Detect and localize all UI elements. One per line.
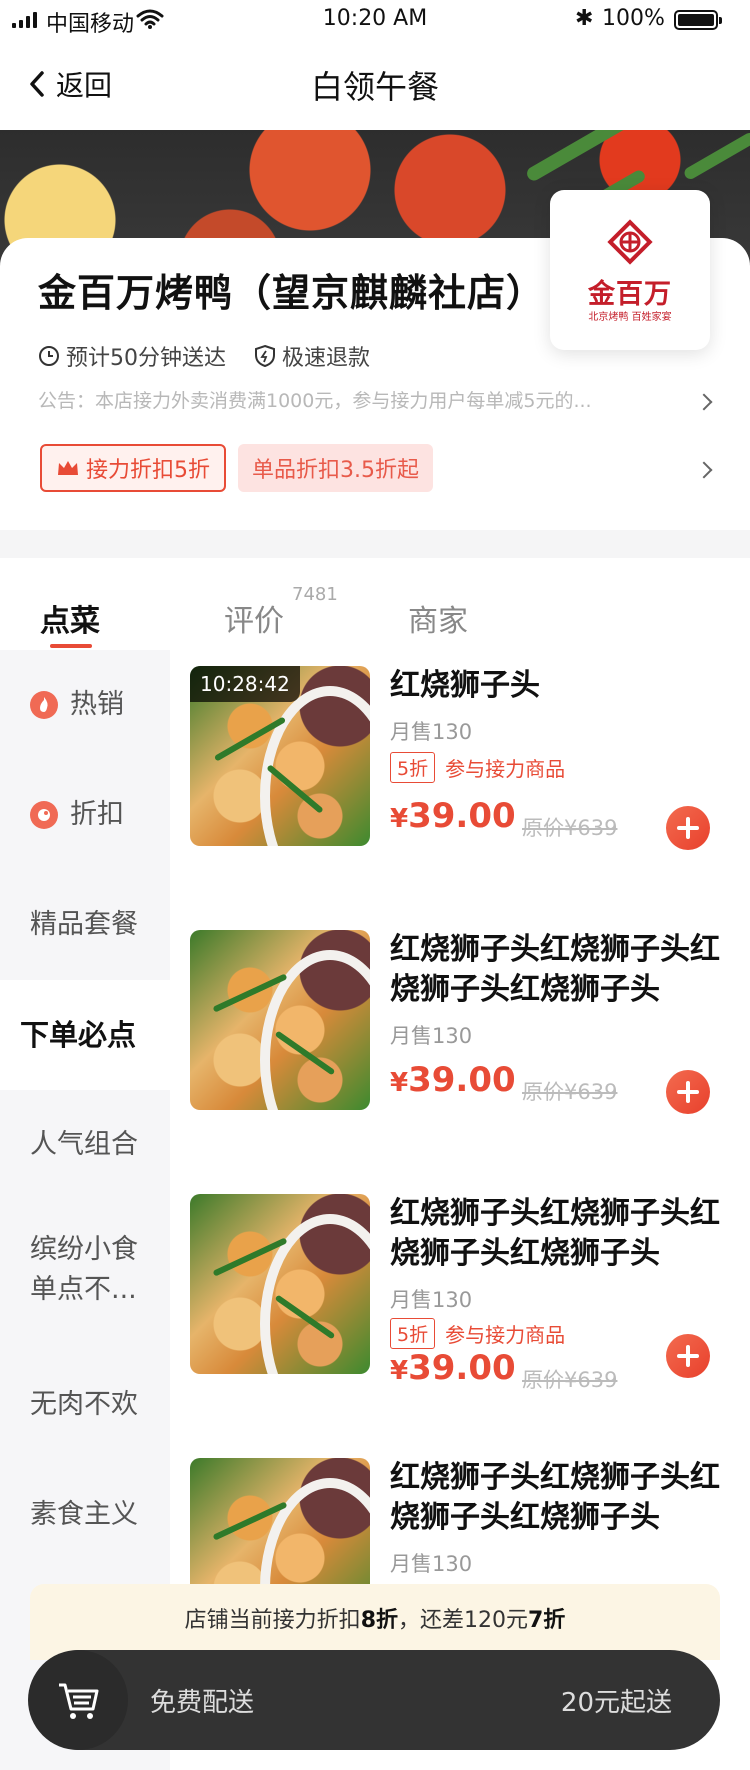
- notice-chevron-icon[interactable]: [695, 393, 713, 411]
- logo-sub-text: 北京烤鸭 百姓家宴: [588, 312, 672, 323]
- tab-bar: 点菜 评价 7481 商家: [0, 558, 750, 650]
- dish-image: [190, 1194, 370, 1374]
- bluetooth-icon: ✱: [575, 6, 594, 31]
- store-card: 金百万烤鸭（望京麒麟社店） 金百万 北京烤鸭 百姓家宴 预计50分钟送达 极速退…: [0, 190, 750, 530]
- dish-item[interactable]: 10:28:42 红烧狮子头 月售130 5折 参与接力商品 ¥39.00 原价…: [190, 666, 730, 850]
- dish-price: ¥39.00: [390, 1348, 516, 1388]
- dish-relay-tag: 5折 参与接力商品: [390, 752, 565, 783]
- dish-price: ¥39.00: [390, 1060, 516, 1100]
- cart-button[interactable]: [28, 1650, 128, 1750]
- shield-icon: [255, 344, 275, 368]
- dish-image: [190, 930, 370, 1110]
- flame-icon: [30, 691, 58, 719]
- dish-item[interactable]: 红烧狮子头红烧狮子头红烧狮子头红烧狮子头 月售130 ¥39.00 原价¥639: [190, 930, 730, 1114]
- reviews-count: 7481: [292, 584, 338, 605]
- add-to-cart-button[interactable]: [666, 1070, 710, 1114]
- promo-chevron-icon[interactable]: [695, 461, 713, 479]
- dish-name: 红烧狮子头红烧狮子头红烧狮子头红烧狮子头: [390, 1196, 720, 1271]
- dish-name: 红烧狮子头红烧狮子头红烧狮子头红烧狮子头: [390, 932, 720, 1007]
- dish-name: 红烧狮子头: [390, 668, 540, 703]
- sidebar-item-discount[interactable]: 折扣: [0, 760, 170, 870]
- nav-bar: 返回 白领午餐: [0, 40, 750, 130]
- add-to-cart-button[interactable]: [666, 806, 710, 850]
- sidebar-item-meat[interactable]: 无肉不欢: [0, 1350, 170, 1460]
- sidebar-item-must-order[interactable]: 下单必点: [0, 980, 170, 1090]
- refund-policy: 极速退款: [254, 340, 370, 372]
- sidebar-item-snacks[interactable]: 缤纷小食单点不...: [0, 1200, 170, 1340]
- promo-row[interactable]: 接力折扣5折 单品折扣3.5折起: [40, 444, 433, 492]
- sidebar-item-popular-combo[interactable]: 人气组合: [0, 1090, 170, 1200]
- minimum-order: 20元起送: [560, 1688, 672, 1718]
- cart-icon: [59, 1683, 99, 1719]
- store-logo: 金百万 北京烤鸭 百姓家宴: [550, 190, 710, 350]
- store-notice[interactable]: 公告：本店接力外卖消费满1000元，参与接力用户每单减5元的...: [38, 386, 678, 413]
- tab-merchant[interactable]: 商家: [408, 596, 468, 640]
- sidebar-item-hot[interactable]: 热销: [0, 650, 170, 760]
- dish-name: 红烧狮子头红烧狮子头红烧狮子头红烧狮子头: [390, 1460, 720, 1535]
- logo-brand-text: 金百万: [588, 279, 672, 310]
- add-to-cart-button[interactable]: [666, 1334, 710, 1378]
- relay-discount-badge: 接力折扣5折: [40, 444, 226, 492]
- section-divider: [0, 530, 750, 558]
- store-emblem-icon: [607, 219, 653, 265]
- dish-item[interactable]: 红烧狮子头红烧狮子头红烧狮子头红烧狮子头 月售130 5折 参与接力商品 ¥39…: [190, 1194, 730, 1392]
- discount-tag-icon: [30, 801, 58, 829]
- store-name: 金百万烤鸭（望京麒麟社店）: [38, 271, 546, 315]
- page-title: 白领午餐: [310, 68, 439, 106]
- delivery-fee: 免费配送: [150, 1688, 255, 1718]
- active-tab-indicator: [50, 644, 92, 648]
- battery-percent: 100%: [602, 6, 665, 31]
- sidebar-item-vegetarian[interactable]: 素食主义: [0, 1460, 170, 1570]
- cart-bar[interactable]: 免费配送 20元起送: [28, 1650, 720, 1750]
- dish-original-price: 原价¥639: [522, 1368, 618, 1392]
- battery-icon: [674, 10, 722, 30]
- dish-sales: 月售130: [390, 1288, 473, 1312]
- item-discount-badge: 单品折扣3.5折起: [238, 444, 433, 492]
- relay-discount-tip: 店铺当前接力折扣8折，还差120元7折: [30, 1584, 720, 1660]
- dish-sales: 月售130: [390, 1024, 473, 1048]
- dish-timestamp: 10:28:42: [190, 666, 300, 702]
- store-meta: 预计50分钟送达 极速退款: [38, 340, 398, 372]
- dish-sales: 月售130: [390, 720, 473, 744]
- dish-relay-tag: 5折 参与接力商品: [390, 1318, 565, 1349]
- sidebar-item-set-meal[interactable]: 精品套餐: [0, 870, 170, 980]
- dish-price: ¥39.00: [390, 796, 516, 836]
- clock-icon: [39, 346, 59, 366]
- status-bar: 中国移动 10:20 AM ✱ 100%: [0, 0, 750, 40]
- tab-order[interactable]: 点菜: [40, 596, 100, 640]
- dish-original-price: 原价¥639: [522, 1080, 618, 1104]
- tab-reviews[interactable]: 评价 7481: [224, 584, 338, 640]
- crown-icon: [58, 461, 78, 475]
- delivery-time: 预计50分钟送达: [38, 340, 226, 372]
- dish-sales: 月售130: [390, 1552, 473, 1576]
- dish-original-price: 原价¥639: [522, 816, 618, 840]
